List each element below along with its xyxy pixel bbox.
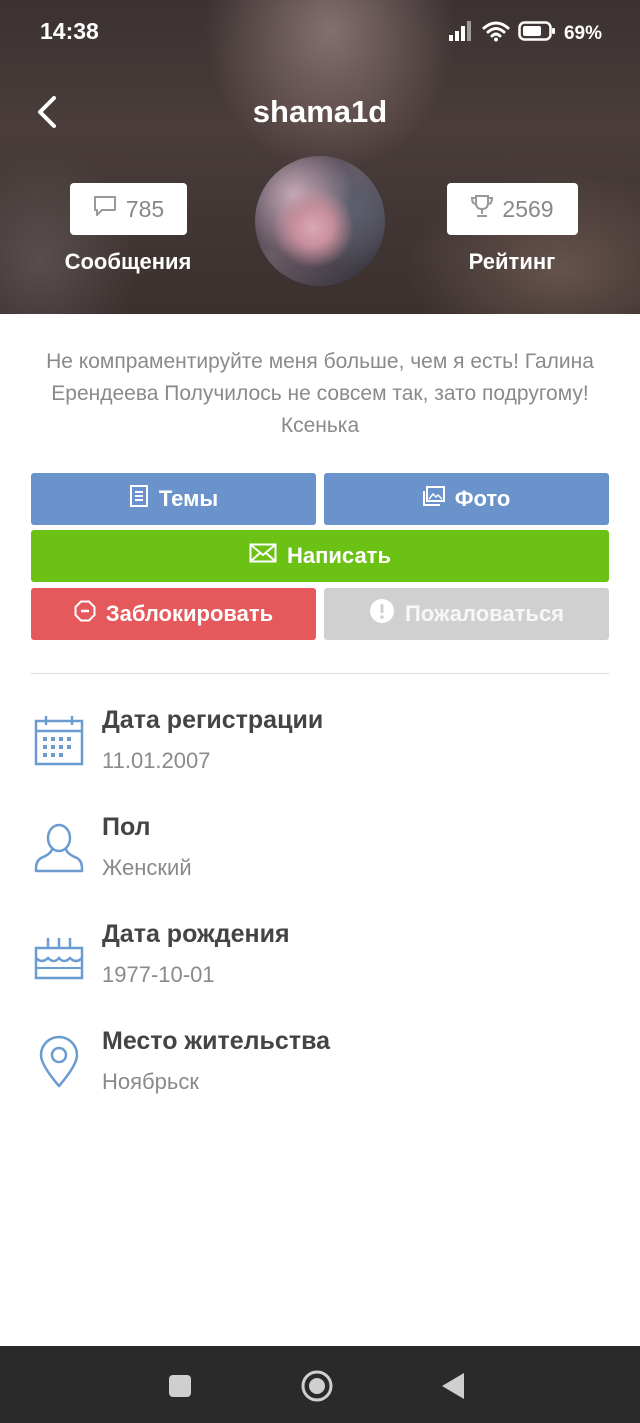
recents-button[interactable] — [160, 1366, 200, 1406]
rating-count: 2569 — [502, 195, 554, 222]
status-icons: 69% — [448, 20, 602, 47]
photo-label: Фото — [454, 486, 511, 511]
system-nav-bar — [0, 1346, 640, 1423]
rating-stat[interactable]: 2569 Рейтинг — [432, 183, 592, 275]
messages-count: 785 — [125, 195, 165, 222]
warning-icon — [369, 598, 395, 630]
photo-button[interactable]: Фото — [324, 473, 609, 525]
registration-value: 11.01.2007 — [102, 748, 211, 773]
image-icon — [422, 486, 445, 512]
wifi-icon — [482, 20, 510, 47]
block-label: Заблокировать — [105, 601, 274, 626]
home-circle-icon — [297, 1370, 337, 1410]
battery-icon — [518, 21, 556, 46]
info-gender: Пол Женский — [0, 811, 640, 891]
report-button[interactable]: Пожаловаться — [324, 588, 609, 640]
location-title: Место жительства — [102, 1027, 331, 1055]
profile-header: 14:38 69% shama1d 785 Сообщения 2569 Рей… — [0, 0, 640, 314]
info-registration: Дата регистрации 11.01.2007 — [0, 704, 640, 784]
status-bar: 14:38 69% — [0, 0, 640, 64]
divider — [31, 673, 609, 674]
registration-title: Дата регистрации — [102, 706, 324, 734]
rating-count-box[interactable]: 2569 — [446, 183, 578, 235]
avatar[interactable] — [255, 156, 385, 286]
triangle-back-icon — [434, 1373, 474, 1410]
square-icon — [160, 1375, 200, 1410]
comment-icon — [92, 194, 118, 224]
birthday-cake-icon — [33, 928, 85, 982]
battery-percentage: 69% — [563, 22, 602, 44]
trophy-icon — [470, 193, 494, 225]
signal-icon — [448, 21, 474, 46]
birthday-value: 1977-10-01 — [102, 962, 215, 987]
gender-title: Пол — [102, 813, 151, 841]
info-location: Место жительства Ноябрьск — [0, 1025, 640, 1105]
topics-label: Темы — [158, 486, 219, 511]
write-message-button[interactable]: Написать — [31, 530, 609, 582]
birthday-title: Дата рождения — [102, 920, 290, 948]
rating-label: Рейтинг — [468, 249, 556, 274]
messages-stat[interactable]: 785 Сообщения — [48, 183, 208, 275]
location-value: Ноябрьск — [102, 1069, 199, 1094]
document-icon — [129, 484, 149, 514]
info-birthday: Дата рождения 1977-10-01 — [0, 918, 640, 998]
topics-button[interactable]: Темы — [31, 473, 316, 525]
gender-value: Женский — [102, 855, 192, 880]
messages-label: Сообщения — [64, 249, 192, 274]
profile-username: shama1d — [252, 94, 388, 129]
calendar-icon — [33, 714, 85, 768]
profile-bio: Не компраментируйте меня больше, чем я е… — [46, 350, 594, 437]
location-pin-icon — [33, 1035, 85, 1089]
report-label: Пожаловаться — [404, 601, 565, 626]
envelope-icon — [249, 543, 277, 569]
home-button[interactable] — [297, 1366, 337, 1406]
write-label: Написать — [287, 543, 391, 568]
status-time: 14:38 — [40, 18, 99, 44]
back-nav-button[interactable] — [434, 1366, 474, 1406]
block-button[interactable]: Заблокировать — [31, 588, 316, 640]
block-icon — [74, 600, 96, 628]
person-icon — [33, 821, 85, 875]
messages-count-box[interactable]: 785 — [69, 183, 187, 235]
